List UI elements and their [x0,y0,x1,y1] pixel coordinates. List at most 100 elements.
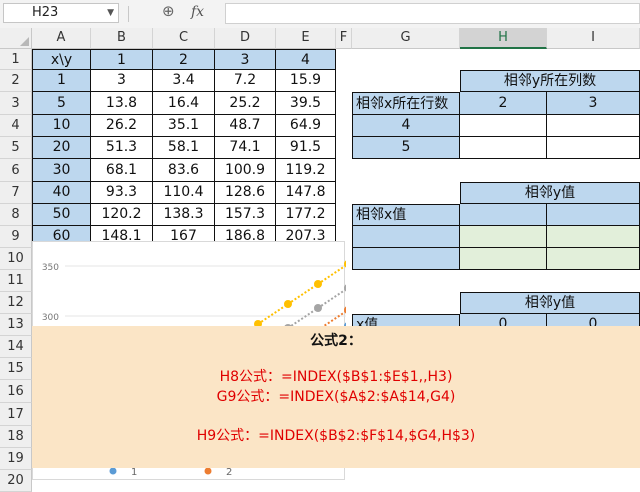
row-header-13[interactable]: 13 [0,314,32,336]
lookup2-value-cell[interactable] [547,226,640,248]
column-header-i[interactable]: I [547,28,640,49]
lookup-x-row[interactable]: 5 [352,137,460,159]
row-header-17[interactable]: 17 [0,403,32,426]
table-cell[interactable]: 147.8 [276,182,336,204]
row-header-1[interactable]: 1 [0,49,32,70]
table-cell[interactable]: 7.2 [215,70,276,92]
column-header-f[interactable]: F [336,28,352,49]
table-cell[interactable]: 39.5 [276,92,336,115]
table-header-cell[interactable]: 4 [276,49,336,70]
row-header-9[interactable]: 9 [0,226,32,248]
row-header-7[interactable]: 7 [0,182,32,204]
row-header-12[interactable]: 12 [0,292,32,314]
name-box[interactable]: H23 ▼ [3,3,119,23]
column-header-d[interactable]: D [215,28,276,49]
lookup2-x-label[interactable]: 相邻x值 [352,204,460,226]
lookup-y-col[interactable]: 2 [460,92,547,115]
table-cell[interactable]: 138.3 [153,204,215,226]
table-cell[interactable]: 58.1 [153,137,215,159]
table-header-cell[interactable]: 3 [215,49,276,70]
lookup-cell[interactable] [547,115,640,137]
table-row-header[interactable]: 20 [32,137,91,159]
row-header-4[interactable]: 4 [0,115,32,137]
table-cell[interactable]: 48.7 [215,115,276,137]
column-header-c[interactable]: C [153,28,215,49]
row-header-14[interactable]: 14 [0,336,32,358]
table-header-cell[interactable]: x\y [32,49,91,70]
lookup3-title[interactable]: 相邻y值 [460,292,640,314]
column-header-e[interactable]: E [276,28,336,49]
table-cell[interactable]: 26.2 [91,115,153,137]
lookup2-value-cell[interactable] [460,248,547,270]
row-header-2[interactable]: 2 [0,70,32,92]
chevron-down-icon[interactable]: ▼ [107,4,114,22]
table-cell[interactable]: 35.1 [153,115,215,137]
table-cell[interactable]: 128.6 [215,182,276,204]
fx-icon[interactable]: fx [191,4,204,20]
lookup2-title[interactable]: 相邻y值 [460,182,640,204]
table-cell[interactable]: 16.4 [153,92,215,115]
table-cell[interactable]: 51.3 [91,137,153,159]
lookup-x-row[interactable]: 4 [352,115,460,137]
row-header-11[interactable]: 11 [0,270,32,292]
lookup2-x-cell[interactable] [352,248,460,270]
table-cell[interactable]: 120.2 [91,204,153,226]
table-cell[interactable]: 68.1 [91,159,153,182]
table-cell[interactable]: 93.3 [91,182,153,204]
row-header-3[interactable]: 3 [0,92,32,115]
chart-legend-label: 1 [131,467,137,478]
lookup-cell[interactable] [460,137,547,159]
table-cell[interactable]: 83.6 [153,159,215,182]
lookup2-cell[interactable] [460,204,547,226]
table-row-header[interactable]: 1 [32,70,91,92]
table-cell[interactable]: 15.9 [276,70,336,92]
table-row-header[interactable]: 40 [32,182,91,204]
column-header-a[interactable]: A [32,28,91,49]
table-cell[interactable]: 100.9 [215,159,276,182]
select-all-corner[interactable] [0,28,32,49]
column-header-b[interactable]: B [91,28,153,49]
row-header-18[interactable]: 18 [0,426,32,448]
row-header-10[interactable]: 10 [0,248,32,270]
lookup2-value-cell[interactable] [547,248,640,270]
row-header-16[interactable]: 16 [0,380,32,403]
table-cell[interactable]: 3 [91,70,153,92]
lookup2-value-cell[interactable] [460,226,547,248]
row-header-6[interactable]: 6 [0,159,32,182]
table-row-header[interactable]: 10 [32,115,91,137]
table-cell[interactable]: 25.2 [215,92,276,115]
table-header-cell[interactable]: 2 [153,49,215,70]
column-header-g[interactable]: G [352,28,460,49]
formula-input[interactable] [225,3,640,24]
callout-title: 公式2： [310,333,362,349]
table-row-header[interactable]: 5 [32,92,91,115]
row-header-5[interactable]: 5 [0,137,32,159]
table-cell[interactable]: 119.2 [276,159,336,182]
row-header-15[interactable]: 15 [0,358,32,380]
lookup-col-title[interactable]: 相邻y所在列数 [460,70,640,92]
row-header-20[interactable]: 20 [0,470,32,492]
column-header-h[interactable]: H [460,28,547,49]
row-header-8[interactable]: 8 [0,204,32,226]
search-icon[interactable]: ⊕ [162,2,175,20]
table-cell[interactable]: 91.5 [276,137,336,159]
table-cell[interactable]: 3.4 [153,70,215,92]
table-header-cell[interactable]: 1 [91,49,153,70]
row-header-19[interactable]: 19 [0,448,32,470]
table-cell[interactable]: 74.1 [215,137,276,159]
chart-series-line [257,264,346,325]
table-cell[interactable]: 177.2 [276,204,336,226]
lookup-cell[interactable] [460,115,547,137]
table-cell[interactable]: 13.8 [91,92,153,115]
table-cell[interactable]: 64.9 [276,115,336,137]
table-row-header[interactable]: 30 [32,159,91,182]
table-cell[interactable]: 157.3 [215,204,276,226]
table-cell[interactable]: 110.4 [153,182,215,204]
lookup2-x-cell[interactable] [352,226,460,248]
chart-data-point [314,280,322,288]
lookup-cell[interactable] [547,137,640,159]
lookup2-cell[interactable] [547,204,640,226]
table-row-header[interactable]: 50 [32,204,91,226]
lookup-row-title[interactable]: 相邻x所在行数 [352,92,460,115]
lookup-y-col[interactable]: 3 [547,92,640,115]
